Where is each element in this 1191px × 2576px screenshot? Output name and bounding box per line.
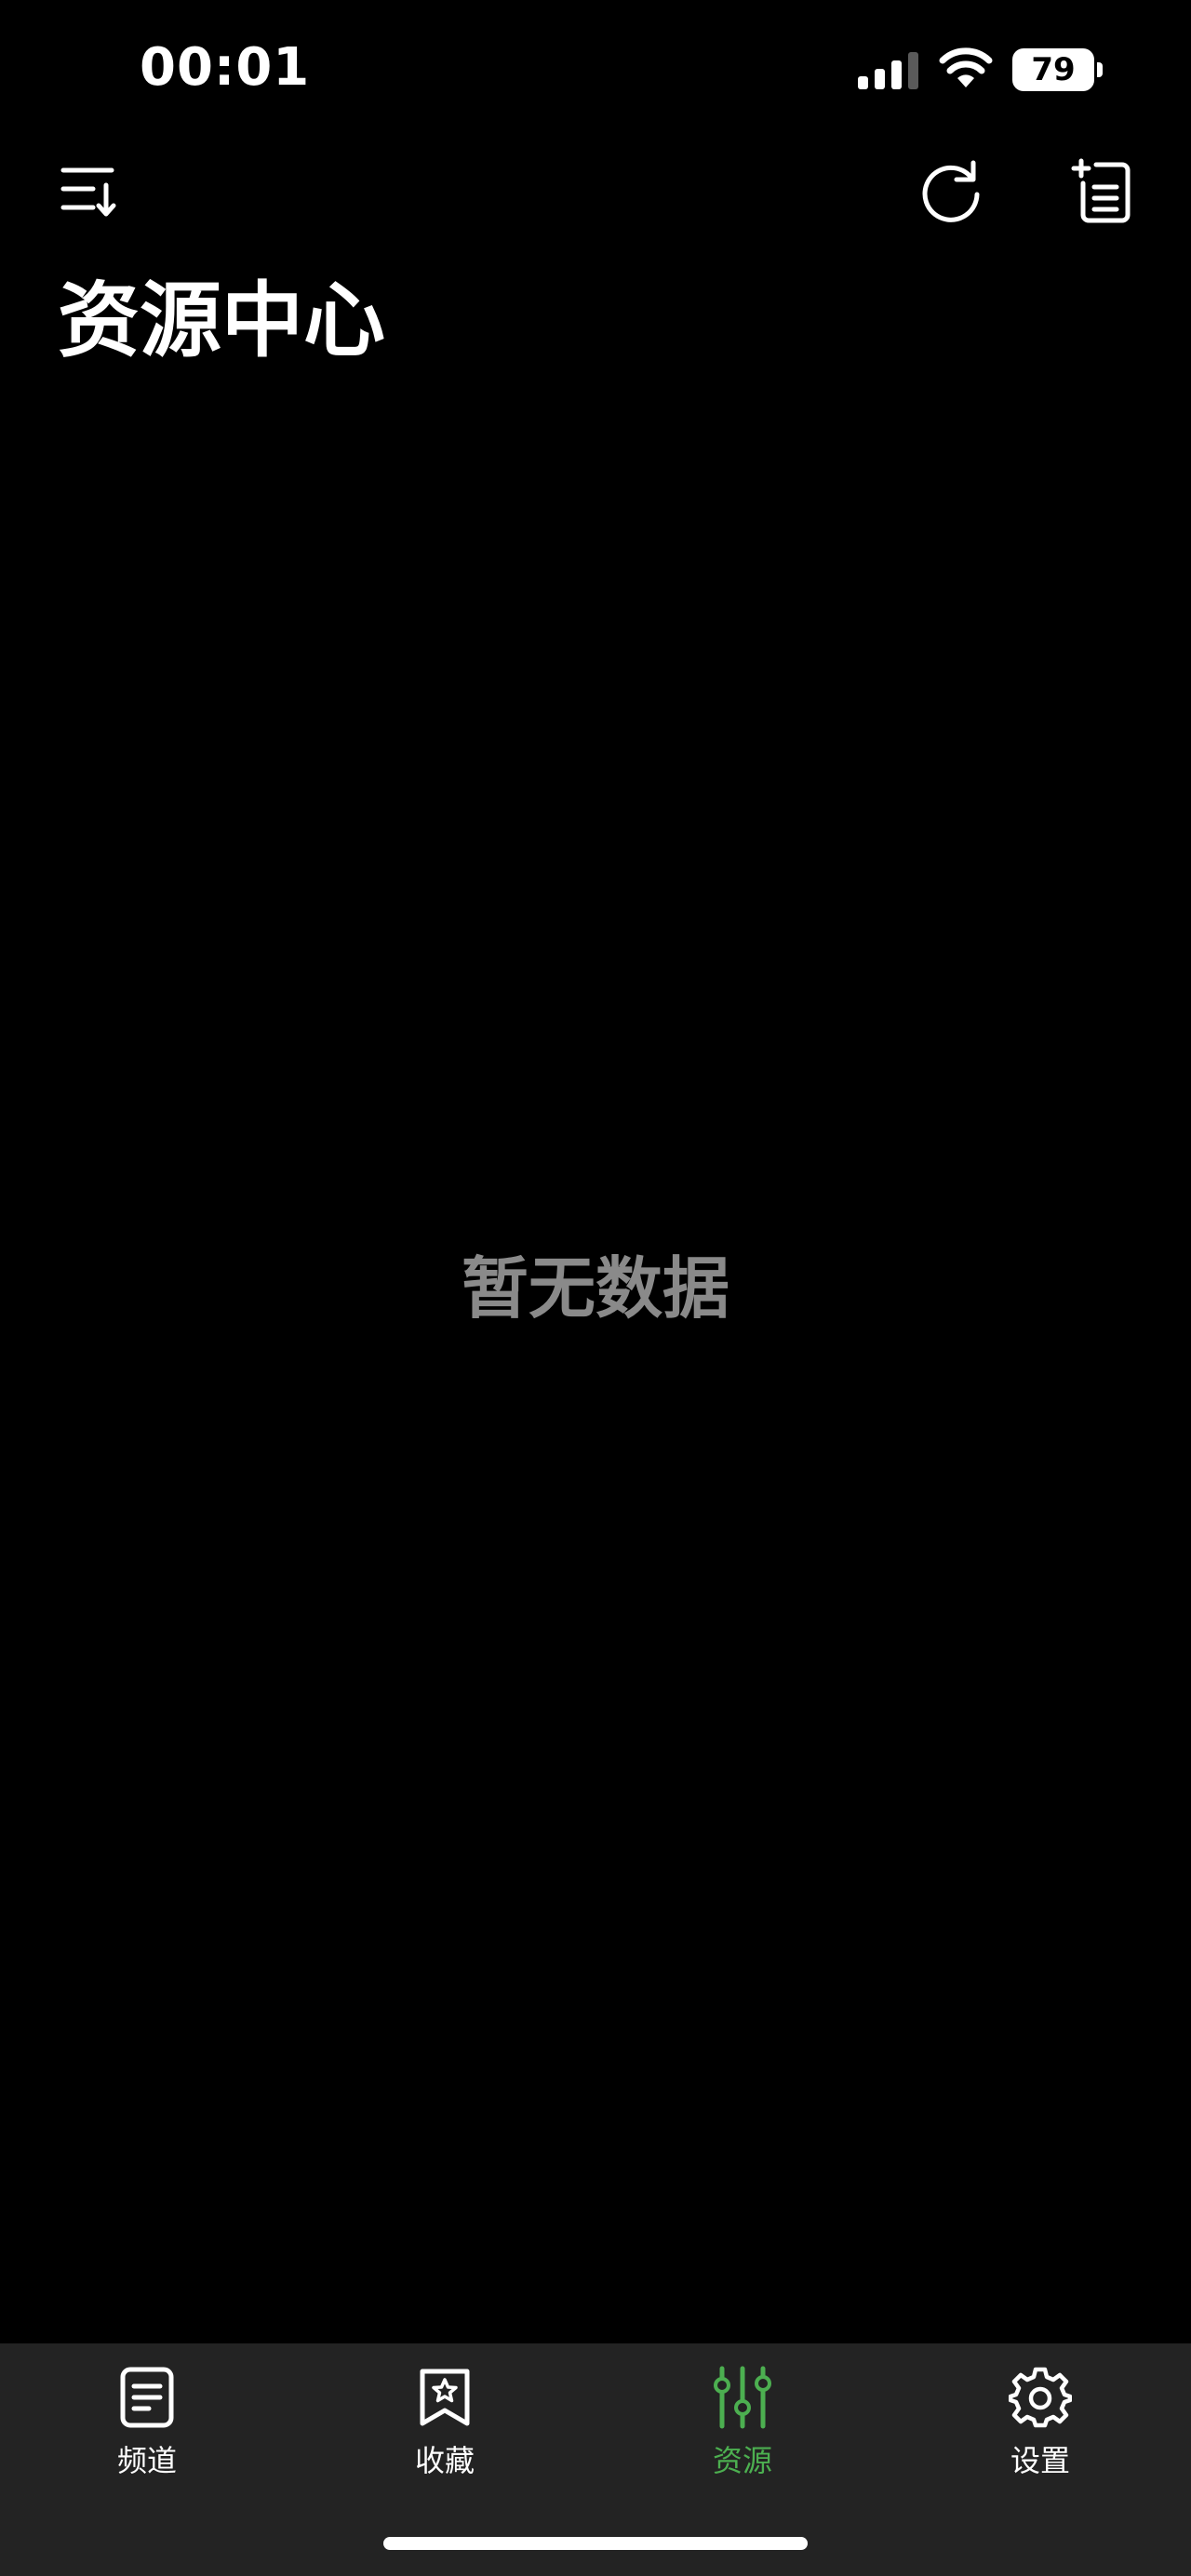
battery-icon: 79 [1012,48,1094,91]
tab-settings[interactable]: 设置 [947,2364,1133,2503]
sliders-icon [714,2366,771,2429]
screen: 00:01 79 资源中心 暂无数据 频道 收藏 资源 设置 [0,0,1191,2576]
page-title: 资源中心 [58,273,386,368]
battery-cap [1097,62,1103,77]
sort-button[interactable] [52,153,127,228]
battery-level: 79 [1031,51,1076,88]
status-time: 00:01 [140,37,311,98]
refresh-button[interactable] [914,153,988,228]
tab-label-settings: 设置 [1010,2443,1070,2478]
home-indicator [383,2537,808,2550]
empty-state-text: 暂无数据 [461,1249,729,1328]
cellular-signal-icon [858,52,918,89]
sort-icon [60,167,116,217]
status-bar: 00:01 79 [0,0,1191,140]
gear-icon [1009,2367,1072,2428]
tab-resources[interactable]: 资源 [649,2364,836,2503]
tab-label-resources: 资源 [712,2443,772,2478]
bookmark-star-icon [420,2369,470,2426]
battery-indicator: 79 [1012,48,1104,91]
tab-bar: 频道 收藏 资源 设置 [0,2343,1191,2576]
tab-channels[interactable]: 频道 [54,2364,240,2503]
tab-favorites[interactable]: 收藏 [352,2364,538,2503]
wifi-icon [939,47,993,87]
add-list-button[interactable] [1064,153,1139,228]
tab-label-channels: 频道 [116,2443,177,2478]
document-icon [120,2367,174,2428]
tab-label-favorites: 收藏 [414,2443,475,2478]
add-list-icon [1071,158,1131,223]
refresh-icon [922,160,980,222]
